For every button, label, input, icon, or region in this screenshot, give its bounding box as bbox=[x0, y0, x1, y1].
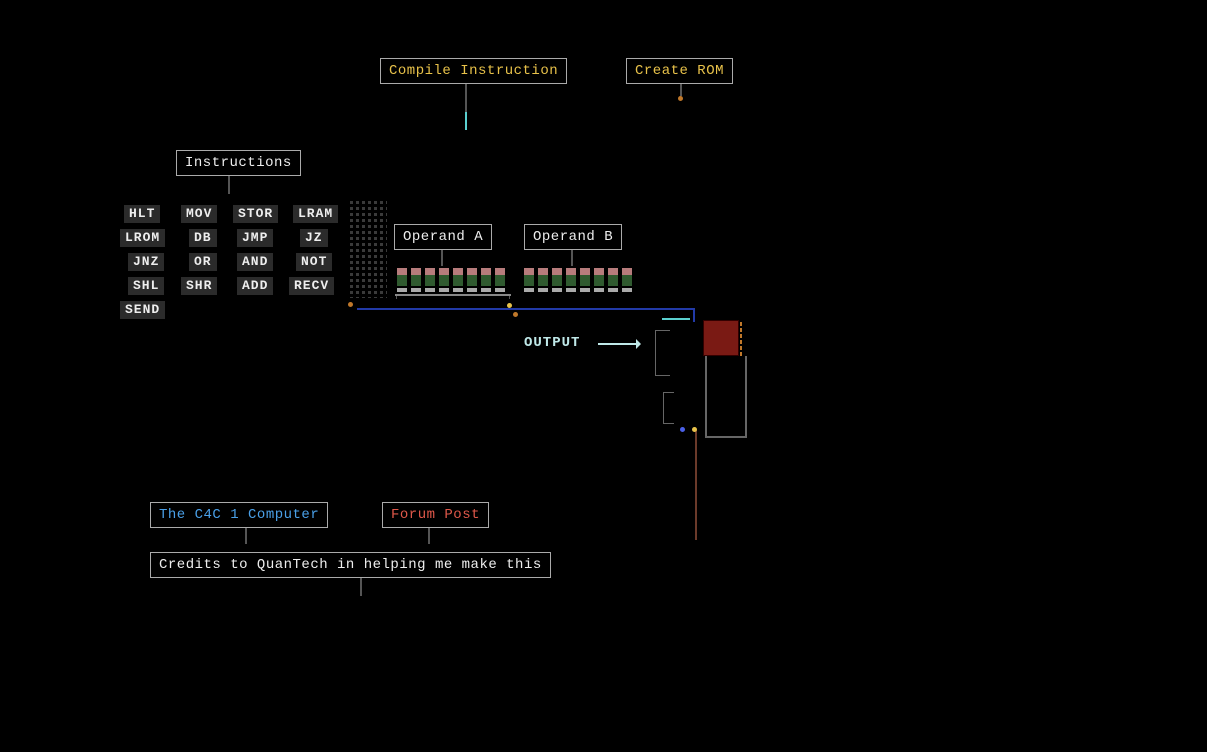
output-label: OUTPUT bbox=[524, 335, 580, 351]
bit-toggle[interactable] bbox=[608, 268, 618, 292]
instr-or[interactable]: OR bbox=[189, 253, 217, 271]
rom-node bbox=[680, 427, 685, 432]
operand-a-post bbox=[441, 250, 443, 266]
bit-toggle[interactable] bbox=[552, 268, 562, 292]
rom-side-wire3 bbox=[705, 356, 707, 436]
bit-toggle[interactable] bbox=[538, 268, 548, 292]
rom-pin bbox=[740, 346, 742, 350]
rom-pin bbox=[740, 340, 742, 344]
operand-b-bits[interactable] bbox=[524, 268, 632, 292]
operand-a-label: Operand A bbox=[394, 224, 492, 250]
instr-db[interactable]: DB bbox=[189, 229, 217, 247]
instr-lrom[interactable]: LROM bbox=[120, 229, 165, 247]
rom-pin bbox=[740, 322, 742, 326]
instr-hlt[interactable]: HLT bbox=[124, 205, 160, 223]
create-rom-node bbox=[678, 96, 683, 101]
credits-text: Credits to QuanTech in helping me make t… bbox=[150, 552, 551, 578]
rom-side-wire bbox=[745, 356, 747, 436]
operand-b-post bbox=[571, 250, 573, 266]
instr-recv[interactable]: RECV bbox=[289, 277, 334, 295]
instr-and[interactable]: AND bbox=[237, 253, 273, 271]
rom-node2 bbox=[692, 427, 697, 432]
rom-box bbox=[703, 320, 739, 356]
rom-pin bbox=[740, 334, 742, 338]
bus-to-rom bbox=[693, 308, 695, 322]
rom-pin bbox=[740, 352, 742, 356]
rom-side-wire2 bbox=[705, 436, 747, 438]
rom-drop bbox=[695, 430, 697, 540]
operand-a-levers bbox=[395, 294, 511, 300]
instr-not[interactable]: NOT bbox=[296, 253, 332, 271]
create-rom-button[interactable]: Create ROM bbox=[626, 58, 733, 84]
instr-add[interactable]: ADD bbox=[237, 277, 273, 295]
bus-tap-b bbox=[513, 312, 518, 317]
compile-button[interactable]: Compile Instruction bbox=[380, 58, 567, 84]
instr-out-node bbox=[348, 302, 353, 307]
instr-shl[interactable]: SHL bbox=[128, 277, 164, 295]
instr-shr[interactable]: SHR bbox=[181, 277, 217, 295]
instr-mov[interactable]: MOV bbox=[181, 205, 217, 223]
bit-toggle[interactable] bbox=[495, 268, 505, 292]
instruction-grid bbox=[347, 198, 387, 298]
bit-toggle[interactable] bbox=[566, 268, 576, 292]
operand-b-label: Operand B bbox=[524, 224, 622, 250]
bit-toggle[interactable] bbox=[439, 268, 449, 292]
bit-toggle[interactable] bbox=[594, 268, 604, 292]
bit-toggle[interactable] bbox=[411, 268, 421, 292]
bit-toggle[interactable] bbox=[453, 268, 463, 292]
bus-main bbox=[357, 308, 693, 310]
bit-toggle[interactable] bbox=[467, 268, 477, 292]
stage: Compile Instruction Create ROM Instructi… bbox=[0, 0, 1207, 752]
rom-gate bbox=[655, 330, 670, 376]
bit-toggle[interactable] bbox=[622, 268, 632, 292]
bus-stub bbox=[662, 318, 690, 320]
instructions-title: Instructions bbox=[176, 150, 301, 176]
operand-a-bits[interactable] bbox=[397, 268, 505, 292]
title-post bbox=[245, 528, 247, 544]
computer-title: The C4C 1 Computer bbox=[150, 502, 328, 528]
instr-stor[interactable]: STOR bbox=[233, 205, 278, 223]
instr-lram[interactable]: LRAM bbox=[293, 205, 338, 223]
instr-jnz[interactable]: JNZ bbox=[128, 253, 164, 271]
instr-jmp[interactable]: JMP bbox=[237, 229, 273, 247]
credits-post bbox=[360, 578, 362, 596]
bit-toggle[interactable] bbox=[397, 268, 407, 292]
output-arrow-icon bbox=[598, 343, 638, 345]
rom-gate2 bbox=[663, 392, 674, 424]
bit-toggle[interactable] bbox=[425, 268, 435, 292]
instr-jz[interactable]: JZ bbox=[300, 229, 328, 247]
forum-post-link[interactable]: Forum Post bbox=[382, 502, 489, 528]
bus-tap-a bbox=[507, 303, 512, 308]
bit-toggle[interactable] bbox=[580, 268, 590, 292]
compile-wire bbox=[465, 112, 467, 130]
instr-send[interactable]: SEND bbox=[120, 301, 165, 319]
bit-toggle[interactable] bbox=[481, 268, 491, 292]
forum-post-post bbox=[428, 528, 430, 544]
instructions-post bbox=[228, 176, 230, 194]
create-rom-post bbox=[680, 84, 682, 96]
rom-pin bbox=[740, 328, 742, 332]
bit-toggle[interactable] bbox=[524, 268, 534, 292]
